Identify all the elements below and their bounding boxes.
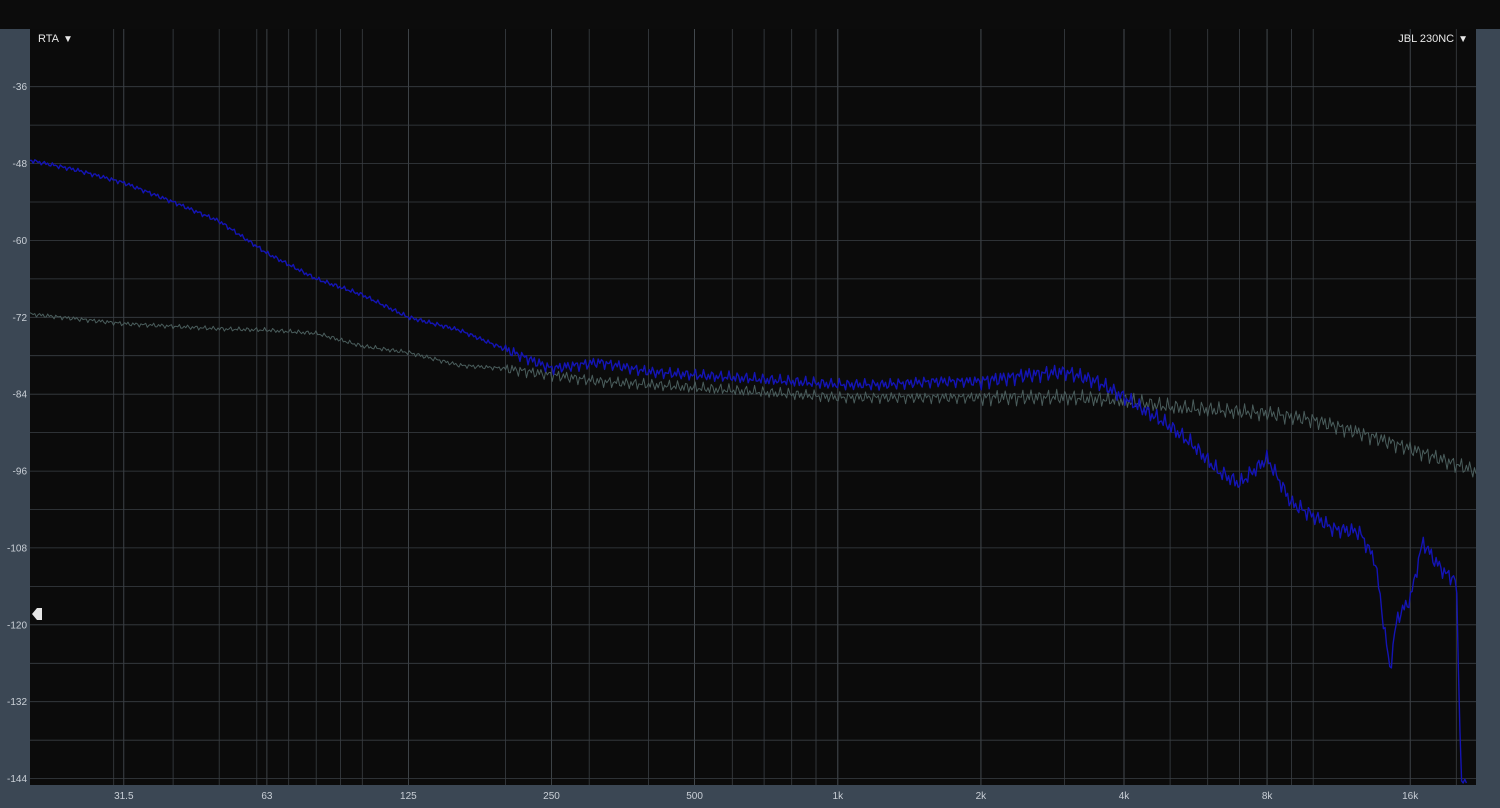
x-tick-label: 2k [976,791,988,802]
y-tick-label: -120 [7,620,27,631]
y-tick-label: -96 [13,467,28,478]
rta-chart: -36 -48 -60 -72 -84 -96 -108 -120 -132 -144 31.5 6… [7,29,1477,802]
y-tick-label: -60 [13,236,28,247]
y-axis-labels: -36 -48 -60 -72 -84 -96 -108 -120 -132 -144 [7,82,27,785]
device-dropdown[interactable]: JBL 230NC ▼ [1398,33,1468,45]
device-label: JBL 230NC [1398,33,1455,45]
x-axis-labels: 31.5 63 125 250 500 1k 2k 4k 8k 16k [114,791,1419,802]
x-tick-label: 63 [261,791,273,802]
x-tick-label: 4k [1119,791,1131,802]
y-tick-label: -144 [7,774,27,785]
y-tick-label: -84 [13,390,28,401]
rta-mode-dropdown[interactable]: RTA ▼ [38,33,73,45]
y-tick-label: -48 [13,159,28,170]
series-line [29,312,1477,478]
y-tick-label: -36 [13,82,28,93]
x-tick-label: 125 [400,791,417,802]
x-tick-label: 8k [1262,791,1274,802]
x-tick-label: 1k [833,791,845,802]
x-tick-label: 500 [686,791,703,802]
chevron-down-icon: ▼ [63,33,73,45]
y-tick-label: -72 [13,313,28,324]
x-tick-label: 31.5 [114,791,134,802]
x-tick-label: 16k [1402,791,1419,802]
y-tick-label: -132 [7,697,27,708]
level-marker-icon[interactable] [31,607,43,621]
y-tick-label: -108 [7,543,27,554]
chevron-down-icon: ▼ [1458,33,1468,45]
rta-mode-label: RTA [38,33,59,45]
x-tick-label: 250 [543,791,560,802]
grid [30,29,1476,785]
